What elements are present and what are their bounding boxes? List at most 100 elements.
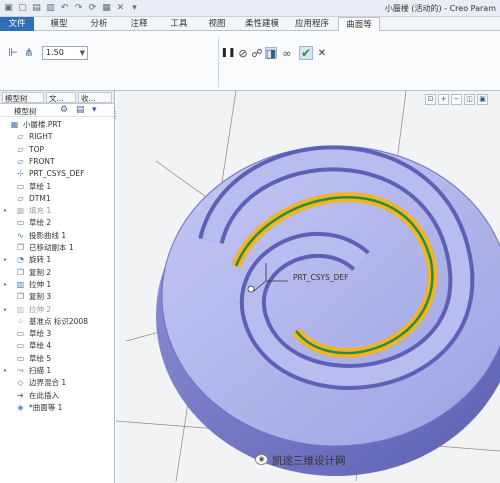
- tree-item[interactable]: ▭ 草绘 2: [0, 217, 113, 229]
- revolve-icon: ◔: [17, 255, 24, 265]
- tree-item[interactable]: ▱ RIGHT: [0, 131, 113, 143]
- view-toolbar: ⊡ + − ◫ ▣: [425, 94, 488, 105]
- tab-file[interactable]: 文件: [0, 17, 34, 31]
- zoom-in-icon[interactable]: +: [438, 94, 449, 105]
- expand-icon[interactable]: ▸: [4, 304, 10, 316]
- display-style-icon[interactable]: ▣: [477, 94, 488, 105]
- tree-item-label: 扫描 1: [29, 366, 52, 375]
- tree-item-label: 草绘 1: [29, 181, 52, 191]
- tab-analysis[interactable]: 分析: [80, 17, 118, 31]
- title-bar: ▣ ▢ ▤ ▥ ↶ ↷ ⟳ ▦ ✕ ▾ 小蜃楼 (活动的) - Creo Par…: [0, 0, 500, 17]
- tab-flexible-modeling[interactable]: 柔性建模: [238, 17, 286, 31]
- csys-icon: ⊹: [17, 169, 24, 179]
- preview-icon[interactable]: ☍: [251, 47, 263, 60]
- tree-item[interactable]: ⊹ PRT_CSYS_DEF: [0, 168, 113, 180]
- tree-item-label: 草绘 2: [29, 218, 52, 228]
- new-file-icon[interactable]: ▢: [17, 3, 28, 14]
- repaint-icon[interactable]: ◫: [464, 94, 475, 105]
- cancel-icon[interactable]: ✕: [316, 46, 328, 60]
- tab-view[interactable]: 视图: [198, 17, 236, 31]
- tree-item[interactable]: ∿ 投影曲线 1: [0, 230, 113, 242]
- tree-item-label: 基准点 标识2008: [29, 316, 88, 326]
- tree-item-label: 边界混合 1: [29, 378, 67, 388]
- chevron-down-icon: ▼: [79, 49, 85, 57]
- expand-icon[interactable]: ▸: [4, 254, 10, 266]
- redo-icon[interactable]: ↷: [73, 3, 84, 14]
- model-tree-panel: 模型树 文... 收... 模型树 ⚙ ▤ ▾ ▦ 小蜃楼.PRT ▱ RIGHT ▱ T…: [0, 91, 115, 483]
- show-icon[interactable]: ▤: [76, 105, 85, 115]
- tree-item[interactable]: ▸ ⤳ 扫描 1: [0, 365, 113, 377]
- tree-item[interactable]: ➜ 在此插入: [0, 390, 113, 402]
- app-icon: ▣: [4, 3, 13, 13]
- tree-item[interactable]: ❐ 已移动副本 1: [0, 242, 113, 254]
- boundary-icon: ◇: [17, 378, 24, 388]
- refit-icon[interactable]: ⊡: [425, 94, 436, 105]
- copy-icon: ❐: [16, 267, 25, 277]
- verify-icon[interactable]: ◨: [265, 47, 277, 60]
- graphics-viewport[interactable]: PRT_CSYS_DEF ⊡ + − ◫ ▣: [116, 91, 500, 483]
- tab-surface[interactable]: 曲面等: [338, 17, 380, 32]
- panel-tabs: 模型树 文... 收...: [0, 91, 114, 104]
- ribbon-panel: ⊩ ⋔ 1.50 ▼ ❚❚ ⊘ ☍ ◨ ∞ ✔ ✕ 菜 过渡 组 选项 属性: [0, 31, 500, 122]
- sketch-icon: ▭: [16, 329, 25, 339]
- model-canvas[interactable]: [116, 91, 500, 483]
- sketch-icon: ▭: [16, 218, 25, 228]
- window-title: 小蜃楼 (活动的) - Creo Param: [384, 4, 496, 13]
- csys-label: PRT_CSYS_DEF: [293, 273, 349, 282]
- tree-item-label: 拉伸 2: [29, 304, 52, 314]
- datum-point-icon[interactable]: [247, 285, 255, 293]
- tree-item[interactable]: ▭ 草绘 1: [0, 181, 113, 193]
- close-window-icon[interactable]: ✕: [115, 3, 126, 14]
- tree-item[interactable]: ▭ 草绘 4: [0, 340, 113, 352]
- tree-item[interactable]: ❐ 复制 2: [0, 267, 113, 279]
- tab-tools[interactable]: 工具: [160, 17, 198, 31]
- tree-item[interactable]: ▸ ▩ 填充 1: [0, 205, 113, 217]
- tab-model[interactable]: 模型: [40, 17, 78, 31]
- value-text: 1.50: [46, 48, 64, 57]
- tree-item[interactable]: ▱ DTM1: [0, 193, 113, 205]
- tree-item[interactable]: ❐ 复制 3: [0, 291, 113, 303]
- reference-icon[interactable]: ⊩: [6, 45, 20, 59]
- tree-item[interactable]: ▸ ▥ 拉伸 2: [0, 304, 113, 316]
- datum-plane-icon: ▱: [17, 132, 24, 142]
- tree-item[interactable]: ▭ 草绘 3: [0, 328, 113, 340]
- save-icon[interactable]: ▥: [45, 3, 56, 14]
- blend-icon[interactable]: ⋔: [22, 45, 36, 59]
- tab-folder[interactable]: 文...: [46, 92, 76, 103]
- undo-icon[interactable]: ↶: [59, 3, 70, 14]
- tree-item-label: 填充 1: [29, 206, 52, 216]
- tab-favorites[interactable]: 收...: [78, 92, 112, 103]
- expand-icon[interactable]: ▸: [4, 205, 10, 217]
- tree-item[interactable]: ◇ 边界混合 1: [0, 377, 113, 389]
- tab-model-tree[interactable]: 模型树: [2, 92, 44, 103]
- tree-item[interactable]: ▸ ▥ 拉伸 1: [0, 279, 113, 291]
- value-dropdown[interactable]: 1.50 ▼: [42, 46, 88, 60]
- sketch-icon: ▭: [16, 181, 25, 191]
- tab-applications[interactable]: 应用程序: [288, 17, 336, 31]
- chevron-down-icon[interactable]: ▾: [92, 105, 97, 115]
- settings-icon[interactable]: ⚙: [60, 105, 68, 115]
- no-preview-icon[interactable]: ⊘: [237, 47, 249, 60]
- open-file-icon[interactable]: ▤: [31, 3, 42, 14]
- favorites-tab-label: 收...: [81, 94, 96, 103]
- tree-item[interactable]: ▭ 草绘 5: [0, 353, 113, 365]
- tree-item[interactable]: ▦ 小蜃楼.PRT: [0, 119, 113, 131]
- tree-item[interactable]: ▱ FRONT: [0, 156, 113, 168]
- copy-icon: ❐: [16, 292, 25, 302]
- customize-dropdown-icon[interactable]: ▾: [129, 3, 140, 14]
- tree-item[interactable]: ▱ TOP: [0, 144, 113, 156]
- accept-icon[interactable]: ✔: [299, 46, 313, 60]
- folder-tab-label: 文...: [49, 94, 64, 103]
- tab-annotate[interactable]: 注释: [120, 17, 158, 31]
- regenerate-icon[interactable]: ⟳: [87, 3, 98, 14]
- expand-icon[interactable]: ▸: [4, 279, 10, 291]
- window-icon[interactable]: ▦: [101, 3, 112, 14]
- pause-icon[interactable]: ❚❚: [220, 47, 235, 59]
- tree-item[interactable]: ▸ ◔ 旋转 1: [0, 254, 113, 266]
- glasses-icon[interactable]: ∞: [280, 47, 294, 60]
- zoom-out-icon[interactable]: −: [451, 94, 462, 105]
- expand-icon[interactable]: ▸: [4, 365, 10, 377]
- tree-item-label: PRT_CSYS_DEF: [29, 169, 85, 179]
- tree-item[interactable]: ⁘ 基准点 标识2008: [0, 316, 113, 328]
- tree-item[interactable]: ◈ *曲面等 1: [0, 402, 113, 414]
